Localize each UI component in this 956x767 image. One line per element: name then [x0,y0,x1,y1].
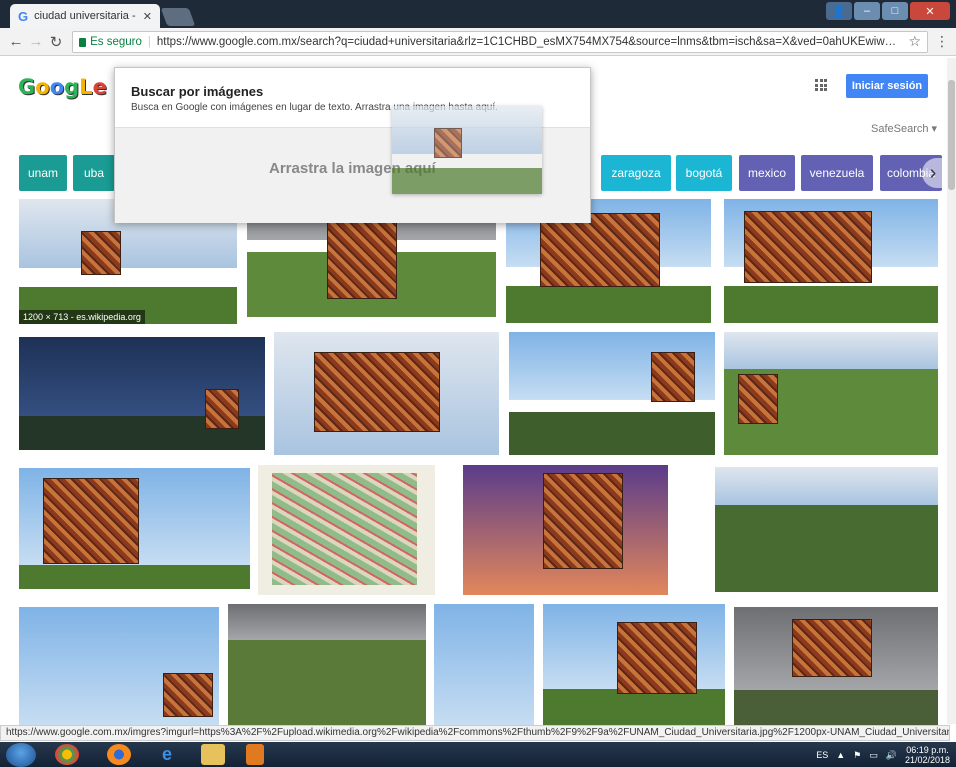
logo-letter: o [49,75,65,99]
apps-grid-icon[interactable] [815,79,827,91]
firefox-taskbar-icon[interactable] [107,744,131,765]
image-result[interactable] [734,607,938,725]
chip-mexico[interactable]: mexico [739,155,795,191]
network-icon[interactable]: ▭ [869,750,878,761]
image-caption: 1200 × 713 - es.wikipedia.org [19,310,145,324]
image-result[interactable] [715,467,938,592]
dragged-image[interactable] [392,106,542,194]
file-explorer-taskbar-icon[interactable] [201,744,225,765]
image-result[interactable] [434,604,534,725]
back-arrow-icon[interactable]: ← [6,32,26,52]
clock-time: 06:19 p.m. [906,745,949,755]
internet-explorer-taskbar-icon[interactable]: e [155,744,179,765]
minimize-icon[interactable]: – [854,2,880,20]
image-result[interactable] [274,332,499,455]
image-result[interactable] [228,604,426,725]
clock-date: 21/02/2018 [904,755,950,765]
url-text: https://www.google.com.mx/search?q=ciuda… [156,35,903,48]
image-result[interactable] [724,199,938,323]
signin-button[interactable]: Iniciar sesión [846,74,928,98]
image-result[interactable] [19,607,219,725]
image-result[interactable] [19,468,250,589]
address-bar[interactable]: Es seguro | https://www.google.com.mx/se… [72,30,928,53]
chip-venezuela[interactable]: venezuela [801,155,873,191]
google-doodle-logo[interactable]: GoogLe [18,75,107,99]
image-result[interactable] [543,604,725,725]
chrome-taskbar-icon[interactable] [55,744,79,765]
browser-menu-icon[interactable]: ⋮ [934,33,950,50]
google-favicon-icon: G [18,8,29,24]
window-controls: 👤 – □ ✕ [826,2,950,20]
tab-title: ciudad universitaria - Bus [34,10,139,22]
reload-icon[interactable]: ↻ [46,32,66,52]
windows-taskbar: e ES ▲ ⚑ ▭ 🔊 06:19 p.m. 21/02/2018 [0,742,956,767]
media-player-taskbar-icon[interactable] [246,744,264,765]
maximize-icon[interactable]: □ [882,2,908,20]
new-tab-button[interactable] [160,8,196,26]
logo-letter: g [64,75,80,99]
chip-unam[interactable]: unam [19,155,67,191]
system-tray: ES ▲ ⚑ ▭ 🔊 06:19 p.m. 21/02/2018 [816,745,950,765]
link-status-bar: https://www.google.com.mx/imgres?imgurl=… [0,725,950,741]
user-profile-icon[interactable]: 👤 [826,2,852,20]
lock-icon [79,38,87,47]
safesearch-dropdown[interactable]: SafeSearch ▾ [871,122,937,135]
logo-letter: e [92,75,107,99]
tray-expand-icon[interactable]: ▲ [836,750,845,760]
close-window-icon[interactable]: ✕ [910,2,950,20]
chip-zaragoza[interactable]: zaragoza [601,155,671,191]
sbi-title: Buscar por imágenes [131,84,264,99]
chips-next-arrow-icon[interactable]: › [922,158,944,188]
campus-map-image-result[interactable] [258,465,435,595]
taskbar-clock[interactable]: 06:19 p.m. 21/02/2018 [905,745,950,765]
forward-arrow-icon[interactable]: → [26,32,46,52]
image-result[interactable] [463,465,668,595]
scrollbar-thumb[interactable] [948,80,955,190]
browser-titlebar: G ciudad universitaria - Bus ✕ 👤 – □ ✕ [0,0,956,28]
close-tab-icon[interactable]: ✕ [143,10,152,23]
browser-toolbar: ← → ↻ Es seguro | https://www.google.com… [0,28,956,56]
volume-icon[interactable]: 🔊 [886,750,897,761]
chip-bogota[interactable]: bogotá [676,155,732,191]
logo-letter: L [79,75,93,99]
image-result[interactable] [724,332,938,455]
language-indicator[interactable]: ES [816,750,828,760]
image-result[interactable] [509,332,715,455]
logo-letter: G [18,75,36,99]
action-center-icon[interactable]: ⚑ [853,750,861,761]
image-result[interactable] [19,337,265,450]
start-button[interactable] [6,743,36,767]
address-separator: | [147,35,151,48]
browser-tab[interactable]: G ciudad universitaria - Bus ✕ [10,4,160,28]
chip-uba[interactable]: uba [73,155,115,191]
bookmark-star-icon[interactable]: ☆ [908,33,921,50]
logo-letter: o [35,75,50,99]
secure-label: Es seguro [90,35,142,48]
